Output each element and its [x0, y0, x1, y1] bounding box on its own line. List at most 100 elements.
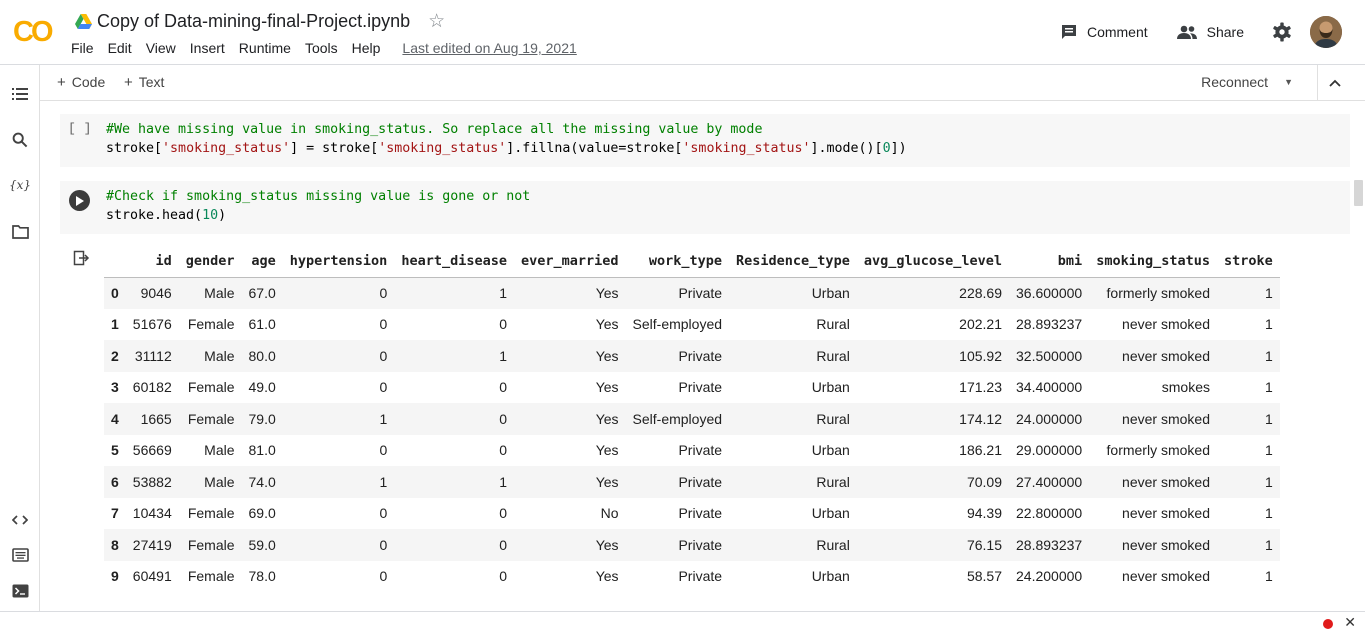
- menu-file[interactable]: File: [71, 40, 101, 56]
- table-cell: Yes: [595, 536, 619, 553]
- notebook-title[interactable]: Copy of Data-mining-final-Project.ipynb: [97, 11, 410, 32]
- star-icon[interactable]: ☆: [428, 12, 445, 31]
- command-palette-icon[interactable]: [11, 546, 29, 564]
- table-cell: 1: [1264, 410, 1273, 427]
- table-cell: 9046: [140, 285, 172, 301]
- table-cell: Urban: [811, 505, 850, 522]
- add-text-button[interactable]: + Text: [124, 74, 164, 91]
- table-cell: never smoked: [1122, 473, 1210, 490]
- table-cell: Female: [187, 316, 235, 333]
- table-cell: Private: [678, 379, 723, 396]
- menu-bar: File Edit View Insert Runtime Tools Help…: [71, 40, 577, 56]
- table-cell: Private: [678, 505, 723, 522]
- google-drive-icon[interactable]: [75, 13, 92, 29]
- code-editor[interactable]: #Check if smoking_status missing value i…: [106, 187, 530, 225]
- code-editor[interactable]: #We have missing value in smoking_status…: [106, 120, 907, 158]
- menu-edit[interactable]: Edit: [108, 40, 139, 56]
- last-edited-link[interactable]: Last edited on Aug 19, 2021: [402, 40, 576, 56]
- table-cell: Male: [204, 285, 235, 301]
- comment-button[interactable]: Comment: [1060, 23, 1148, 41]
- table-cell: 0: [379, 536, 388, 553]
- column-header: age: [241, 246, 283, 278]
- column-header: bmi: [1009, 246, 1090, 278]
- table-row: 4 1665 Female 79.0 1 0 Yes Self-employed Rural 17…: [104, 403, 1280, 435]
- table-cell: 0: [379, 285, 388, 301]
- table-cell: 1: [1264, 473, 1273, 490]
- table-cell: 0: [499, 316, 507, 333]
- execution-status-dot[interactable]: [1323, 619, 1333, 629]
- table-cell: 10434: [132, 505, 172, 522]
- menu-runtime[interactable]: Runtime: [239, 40, 298, 56]
- add-text-label: Text: [138, 74, 165, 90]
- plus-icon: +: [124, 74, 133, 91]
- code-snippets-icon[interactable]: [11, 511, 29, 529]
- header-actions: Comment Share: [1060, 15, 1365, 49]
- table-cell: Female: [187, 379, 235, 396]
- table-row: 8 27419 Female 59.0 0 0 Yes Private Rural 76.15 28…: [104, 529, 1280, 561]
- title-row: Copy of Data-mining-final-Project.ipynb …: [75, 9, 445, 33]
- table-cell: 58.57: [966, 568, 1002, 585]
- table-cell: 1: [499, 285, 507, 301]
- column-header: ever_married: [513, 246, 626, 278]
- table-cell: 59.0: [248, 536, 276, 553]
- table-cell: 34.400000: [1016, 379, 1083, 396]
- table-cell: smokes: [1161, 379, 1210, 396]
- table-row: 0 9046 Male 67.0 0 1 Yes Private Urban 228.69 36.6…: [104, 277, 1280, 309]
- reconnect-button[interactable]: Reconnect ▼: [1201, 74, 1293, 90]
- add-code-button[interactable]: + Code: [57, 74, 105, 91]
- menu-tools[interactable]: Tools: [305, 40, 345, 56]
- vertical-scrollbar[interactable]: [1354, 180, 1363, 206]
- settings-gear-icon[interactable]: [1272, 22, 1292, 42]
- menu-help[interactable]: Help: [352, 40, 388, 56]
- code-comment: #Check if smoking_status missing value i…: [106, 189, 531, 204]
- table-cell: 0: [499, 568, 507, 585]
- row-index: 5: [111, 442, 119, 459]
- dropdown-caret-icon[interactable]: ▼: [1284, 77, 1293, 87]
- column-header: work_type: [625, 246, 730, 278]
- notebook-toolbar: + Code + Text Reconnect ▼: [40, 65, 1365, 101]
- table-cell: 94.39: [966, 505, 1002, 522]
- table-cell: Yes: [595, 379, 619, 396]
- table-cell: Female: [187, 410, 235, 427]
- table-cell: 1: [379, 473, 388, 490]
- table-cell: 60491: [132, 568, 172, 585]
- colab-logo[interactable]: CO: [13, 13, 57, 47]
- close-icon[interactable]: ✕: [1344, 615, 1356, 629]
- table-row: 3 60182 Female 49.0 0 0 Yes Private Urban 171.23 3…: [104, 371, 1280, 403]
- table-cell: never smoked: [1122, 347, 1210, 364]
- table-header-row: id gender age hypertension heart_disease ever…: [104, 246, 1280, 278]
- search-icon[interactable]: [11, 131, 29, 149]
- share-button[interactable]: Share: [1176, 24, 1244, 40]
- table-cell: Female: [187, 536, 235, 553]
- files-icon[interactable]: [11, 223, 29, 241]
- logo-text: CO: [13, 16, 53, 47]
- column-header: gender: [178, 246, 242, 278]
- collapse-header-icon[interactable]: [1327, 75, 1343, 91]
- table-cell: Private: [678, 473, 723, 490]
- code-line: stroke.head(10): [106, 208, 227, 223]
- table-row: 2 31112 Male 80.0 0 1 Yes Private Rural 105.92 32.…: [104, 340, 1280, 372]
- table-cell: 1: [1264, 568, 1273, 585]
- code-cell-1[interactable]: [ ] #We have missing value in smoking_st…: [60, 114, 1350, 167]
- table-cell: 1: [499, 347, 507, 364]
- table-cell: Rural: [816, 473, 850, 490]
- menu-view[interactable]: View: [146, 40, 183, 56]
- table-cell: Yes: [595, 316, 619, 333]
- terminal-icon[interactable]: [11, 582, 29, 600]
- table-of-contents-icon[interactable]: [11, 85, 29, 103]
- table-cell: Male: [204, 442, 235, 459]
- avatar-image: [1310, 16, 1342, 48]
- table-cell: 28.893237: [1016, 316, 1083, 333]
- menu-insert[interactable]: Insert: [190, 40, 232, 56]
- table-cell: Private: [678, 536, 723, 553]
- variables-icon[interactable]: {x}: [9, 176, 31, 194]
- output-actions-icon[interactable]: [73, 250, 91, 266]
- code-cell-2[interactable]: #Check if smoking_status missing value i…: [60, 181, 1350, 234]
- user-avatar[interactable]: [1310, 16, 1342, 48]
- row-index: 8: [111, 536, 119, 553]
- table-cell: 1: [1264, 442, 1273, 459]
- comment-icon: [1061, 25, 1076, 39]
- run-cell-button[interactable]: [69, 190, 90, 211]
- table-cell: never smoked: [1122, 536, 1210, 553]
- table-cell: never smoked: [1122, 316, 1210, 333]
